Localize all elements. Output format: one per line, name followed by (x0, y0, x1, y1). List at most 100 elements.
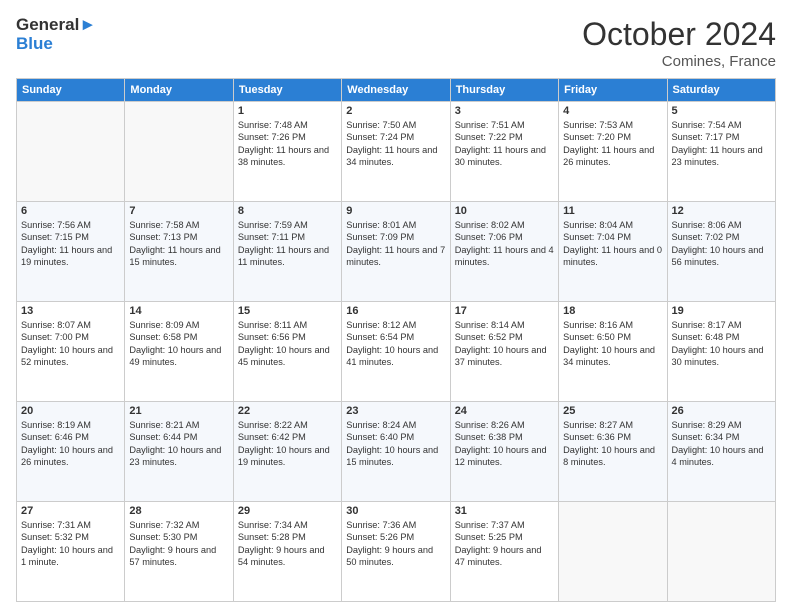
calendar-table: Sunday Monday Tuesday Wednesday Thursday… (16, 78, 776, 602)
day-number: 21 (129, 405, 228, 417)
day-number: 11 (563, 205, 662, 217)
day-number: 1 (238, 105, 337, 117)
day-info: Sunrise: 7:54 AM Sunset: 7:17 PM Dayligh… (672, 119, 771, 169)
day-info: Sunrise: 7:31 AM Sunset: 5:32 PM Dayligh… (21, 519, 120, 569)
table-row: 5 Sunrise: 7:54 AM Sunset: 7:17 PM Daylig… (667, 102, 775, 202)
day-number: 18 (563, 305, 662, 317)
day-info: Sunrise: 7:50 AM Sunset: 7:24 PM Dayligh… (346, 119, 445, 169)
table-row: 8Sunrise: 7:59 AM Sunset: 7:11 PM Daylig… (233, 202, 341, 302)
day-number: 24 (455, 405, 554, 417)
day-number: 26 (672, 405, 771, 417)
day-info: Sunrise: 8:24 AM Sunset: 6:40 PM Dayligh… (346, 419, 445, 469)
table-row: 3 Sunrise: 7:51 AM Sunset: 7:22 PM Daylig… (450, 102, 558, 202)
table-row (125, 102, 233, 202)
day-number: 25 (563, 405, 662, 417)
day-number: 17 (455, 305, 554, 317)
day-info: Sunrise: 7:58 AM Sunset: 7:13 PM Dayligh… (129, 219, 228, 269)
day-number: 22 (238, 405, 337, 417)
table-row: 30 Sunrise: 7:36 AM Sunset: 5:26 PM Dayli… (342, 502, 450, 602)
table-row: 12Sunrise: 8:06 AM Sunset: 7:02 PM Dayli… (667, 202, 775, 302)
table-row: 15 Sunrise: 8:11 AM Sunset: 6:56 PM Dayli… (233, 302, 341, 402)
table-row: 26 Sunrise: 8:29 AM Sunset: 6:34 PM Dayli… (667, 402, 775, 502)
table-row: 21 Sunrise: 8:21 AM Sunset: 6:44 PM Dayli… (125, 402, 233, 502)
day-number: 10 (455, 205, 554, 217)
table-row: 19 Sunrise: 8:17 AM Sunset: 6:48 PM Dayli… (667, 302, 775, 402)
day-info: Sunrise: 7:56 AM Sunset: 7:15 PM Dayligh… (21, 219, 120, 269)
col-thursday: Thursday (450, 79, 558, 102)
table-row: 13 Sunrise: 8:07 AM Sunset: 7:00 PM Dayli… (17, 302, 125, 402)
day-info: Sunrise: 8:01 AM Sunset: 7:09 PM Dayligh… (346, 219, 445, 269)
table-row: 10 Sunrise: 8:02 AM Sunset: 7:06 PM Dayli… (450, 202, 558, 302)
table-row: 29 Sunrise: 7:34 AM Sunset: 5:28 PM Dayli… (233, 502, 341, 602)
table-row: 7 Sunrise: 7:58 AM Sunset: 7:13 PM Daylig… (125, 202, 233, 302)
table-row: 23 Sunrise: 8:24 AM Sunset: 6:40 PM Dayli… (342, 402, 450, 502)
day-number: 19 (672, 305, 771, 317)
day-number: 29 (238, 505, 337, 517)
day-info: Sunrise: 8:17 AM Sunset: 6:48 PM Dayligh… (672, 319, 771, 369)
page: General► Blue October 2024 Comines, Fran… (0, 0, 792, 612)
col-sunday: Sunday (17, 79, 125, 102)
month-year: October 2024 (582, 16, 776, 53)
day-number: 14 (129, 305, 228, 317)
day-number: 7 (129, 205, 228, 217)
day-info: Sunrise: 8:14 AM Sunset: 6:52 PM Dayligh… (455, 319, 554, 369)
col-wednesday: Wednesday (342, 79, 450, 102)
location: Comines, France (582, 53, 776, 70)
table-row: 22 Sunrise: 8:22 AM Sunset: 6:42 PM Dayli… (233, 402, 341, 502)
table-row: 11 Sunrise: 8:04 AM Sunset: 7:04 PM Dayli… (559, 202, 667, 302)
col-saturday: Saturday (667, 79, 775, 102)
table-row: 27 Sunrise: 7:31 AM Sunset: 5:32 PM Dayli… (17, 502, 125, 602)
day-info: Sunrise: 7:36 AM Sunset: 5:26 PM Dayligh… (346, 519, 445, 569)
day-number: 6 (21, 205, 120, 217)
day-number: 27 (21, 505, 120, 517)
col-monday: Monday (125, 79, 233, 102)
day-number: 3 (455, 105, 554, 117)
day-number: 28 (129, 505, 228, 517)
day-number: 13 (21, 305, 120, 317)
day-info: Sunrise: 8:27 AM Sunset: 6:36 PM Dayligh… (563, 419, 662, 469)
table-row (559, 502, 667, 602)
table-row: 2 Sunrise: 7:50 AM Sunset: 7:24 PM Daylig… (342, 102, 450, 202)
table-row: 1Sunrise: 7:48 AM Sunset: 7:26 PM Daylig… (233, 102, 341, 202)
table-row: 28 Sunrise: 7:32 AM Sunset: 5:30 PM Dayli… (125, 502, 233, 602)
day-number: 30 (346, 505, 445, 517)
day-info: Sunrise: 8:06 AM Sunset: 7:02 PM Dayligh… (672, 219, 771, 269)
logo: General► Blue (16, 16, 96, 53)
day-info: Sunrise: 8:02 AM Sunset: 7:06 PM Dayligh… (455, 219, 554, 269)
day-info: Sunrise: 7:32 AM Sunset: 5:30 PM Dayligh… (129, 519, 228, 569)
day-info: Sunrise: 8:12 AM Sunset: 6:54 PM Dayligh… (346, 319, 445, 369)
day-info: Sunrise: 7:59 AM Sunset: 7:11 PM Dayligh… (238, 219, 337, 269)
day-info: Sunrise: 8:22 AM Sunset: 6:42 PM Dayligh… (238, 419, 337, 469)
day-info: Sunrise: 8:29 AM Sunset: 6:34 PM Dayligh… (672, 419, 771, 469)
day-info: Sunrise: 7:34 AM Sunset: 5:28 PM Dayligh… (238, 519, 337, 569)
table-row (17, 102, 125, 202)
table-row: 31 Sunrise: 7:37 AM Sunset: 5:25 PM Dayli… (450, 502, 558, 602)
day-number: 15 (238, 305, 337, 317)
table-row (667, 502, 775, 602)
day-number: 2 (346, 105, 445, 117)
day-info: Sunrise: 8:11 AM Sunset: 6:56 PM Dayligh… (238, 319, 337, 369)
table-row: 4 Sunrise: 7:53 AM Sunset: 7:20 PM Daylig… (559, 102, 667, 202)
day-number: 31 (455, 505, 554, 517)
day-info: Sunrise: 7:51 AM Sunset: 7:22 PM Dayligh… (455, 119, 554, 169)
table-row: 14Sunrise: 8:09 AM Sunset: 6:58 PM Dayli… (125, 302, 233, 402)
table-row: 9 Sunrise: 8:01 AM Sunset: 7:09 PM Daylig… (342, 202, 450, 302)
day-info: Sunrise: 8:04 AM Sunset: 7:04 PM Dayligh… (563, 219, 662, 269)
table-row: 20Sunrise: 8:19 AM Sunset: 6:46 PM Dayli… (17, 402, 125, 502)
day-info: Sunrise: 7:37 AM Sunset: 5:25 PM Dayligh… (455, 519, 554, 569)
table-row: 16 Sunrise: 8:12 AM Sunset: 6:54 PM Dayli… (342, 302, 450, 402)
header: General► Blue October 2024 Comines, Fran… (16, 16, 776, 70)
table-row: 6 Sunrise: 7:56 AM Sunset: 7:15 PM Daylig… (17, 202, 125, 302)
day-info: Sunrise: 7:53 AM Sunset: 7:20 PM Dayligh… (563, 119, 662, 169)
day-info: Sunrise: 8:19 AM Sunset: 6:46 PM Dayligh… (21, 419, 120, 469)
day-number: 4 (563, 105, 662, 117)
table-row: 25 Sunrise: 8:27 AM Sunset: 6:36 PM Dayli… (559, 402, 667, 502)
day-number: 16 (346, 305, 445, 317)
day-number: 9 (346, 205, 445, 217)
day-info: Sunrise: 8:16 AM Sunset: 6:50 PM Dayligh… (563, 319, 662, 369)
table-row: 17 Sunrise: 8:14 AM Sunset: 6:52 PM Dayli… (450, 302, 558, 402)
day-info: Sunrise: 8:07 AM Sunset: 7:00 PM Dayligh… (21, 319, 120, 369)
day-number: 23 (346, 405, 445, 417)
day-info: Sunrise: 8:21 AM Sunset: 6:44 PM Dayligh… (129, 419, 228, 469)
day-number: 5 (672, 105, 771, 117)
